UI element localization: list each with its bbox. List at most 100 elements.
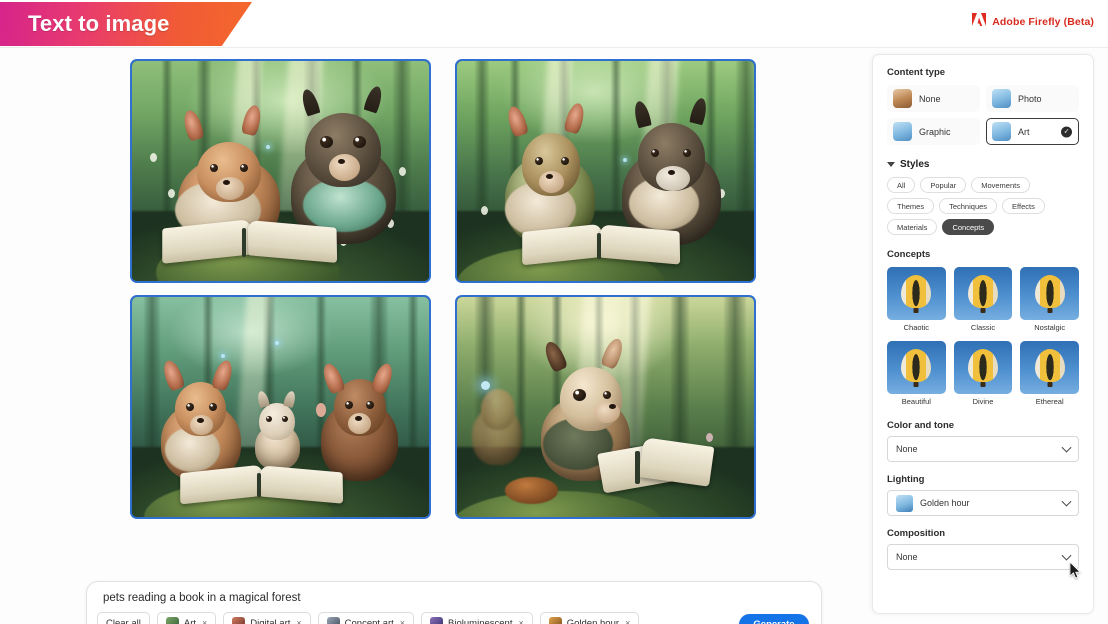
generated-image-4 xyxy=(457,297,754,517)
concept-label: Beautiful xyxy=(901,397,931,406)
content-type-label: Art xyxy=(1018,126,1030,137)
balloon-thumbnail-icon xyxy=(887,341,946,394)
chip-remove-icon[interactable]: × xyxy=(202,618,207,624)
top-bar: Text to image Adobe Firefly (Beta) xyxy=(0,0,1108,48)
content-type-label: None xyxy=(919,93,941,104)
color-and-tone-value: None xyxy=(896,444,918,454)
chevron-down-icon xyxy=(1061,442,1072,453)
styles-section-header[interactable]: Styles xyxy=(887,159,1079,170)
style-chip-concept-art[interactable]: Concept art × xyxy=(317,612,415,624)
chip-label: Golden hour xyxy=(566,617,620,624)
clear-all-button[interactable]: Clear all xyxy=(97,612,150,624)
result-image-2[interactable] xyxy=(455,59,756,283)
lighting-select[interactable]: Golden hour xyxy=(887,490,1079,516)
chip-thumbnail-icon xyxy=(326,616,340,624)
color-and-tone-select[interactable]: None xyxy=(887,436,1079,462)
chip-remove-icon[interactable]: × xyxy=(400,618,405,624)
filter-label: Themes xyxy=(897,201,925,211)
check-icon: ✓ xyxy=(1061,126,1072,137)
filter-label: Popular xyxy=(930,180,957,190)
concepts-title: Concepts xyxy=(887,249,931,260)
content-type-title: Content type xyxy=(887,67,946,78)
balloon-thumbnail-icon xyxy=(887,267,946,320)
content-type-option-none[interactable]: None xyxy=(887,85,980,112)
color-and-tone-field: Color and tone None xyxy=(887,420,1079,462)
balloon-thumbnail-icon xyxy=(1020,341,1079,394)
mouse-cursor xyxy=(1069,561,1081,579)
filter-label: Techniques xyxy=(949,201,988,211)
style-filter-techniques[interactable]: Techniques xyxy=(939,198,998,214)
chip-remove-icon[interactable]: × xyxy=(296,618,301,624)
generate-button[interactable]: Generate xyxy=(739,614,809,624)
filter-label: Effects xyxy=(1012,201,1035,211)
chip-thumbnail-icon xyxy=(165,616,179,624)
content-type-label: Graphic xyxy=(919,126,951,137)
color-and-tone-label: Color and tone xyxy=(887,420,955,431)
generate-label: Generate xyxy=(753,619,794,624)
content-type-thumbnail-icon xyxy=(992,122,1011,141)
style-filter-movements[interactable]: Movements xyxy=(971,177,1030,193)
content-type-options: None Photo Graphic Art ✓ xyxy=(887,85,1079,145)
lighting-field: Lighting Golden hour xyxy=(887,474,1079,516)
chevron-down-icon xyxy=(1061,496,1072,507)
style-filter-materials[interactable]: Materials xyxy=(887,219,938,235)
prompt-input[interactable]: pets reading a book in a magical forest xyxy=(103,592,301,604)
content-type-option-art[interactable]: Art ✓ xyxy=(986,118,1079,145)
concept-label: Ethereal xyxy=(1035,397,1064,406)
style-filter-all[interactable]: All xyxy=(887,177,916,193)
content-type-option-graphic[interactable]: Graphic xyxy=(887,118,980,145)
content-type-label: Photo xyxy=(1018,93,1042,104)
style-filter-effects[interactable]: Effects xyxy=(1002,198,1045,214)
chip-remove-icon[interactable]: × xyxy=(518,618,523,624)
styles-title: Styles xyxy=(900,159,930,170)
style-chip-bioluminescent[interactable]: Bioluminescent × xyxy=(421,612,533,624)
balloon-thumbnail-icon xyxy=(953,267,1013,320)
prompt-chip-list: Clear all Art × Digital art × Concept ar… xyxy=(97,612,640,624)
concept-item-nostalgic[interactable]: Nostalgic xyxy=(1020,267,1079,332)
chip-label: Art xyxy=(183,617,196,624)
style-filter-popular[interactable]: Popular xyxy=(920,177,967,193)
composition-field: Composition None xyxy=(887,528,1079,570)
generated-image-3 xyxy=(132,297,429,517)
chevron-down-icon xyxy=(887,162,895,167)
style-filter-concepts[interactable]: Concepts xyxy=(942,219,995,235)
filter-label: Concepts xyxy=(952,222,985,232)
balloon-thumbnail-icon xyxy=(953,341,1013,394)
concept-item-beautiful[interactable]: Beautiful xyxy=(887,341,946,406)
chip-thumbnail-icon xyxy=(430,616,444,624)
filter-label: Movements xyxy=(981,180,1020,190)
filter-label: All xyxy=(897,180,906,190)
page-title-banner: Text to image xyxy=(0,2,252,46)
result-image-1[interactable] xyxy=(130,59,431,283)
style-filter-themes[interactable]: Themes xyxy=(887,198,935,214)
concept-item-classic[interactable]: Classic xyxy=(953,267,1013,332)
prompt-bar: pets reading a book in a magical forest … xyxy=(86,581,822,624)
filter-label: Materials xyxy=(897,222,928,232)
chip-remove-icon[interactable]: × xyxy=(625,618,630,624)
chip-thumbnail-icon xyxy=(548,616,562,624)
concept-item-divine[interactable]: Divine xyxy=(953,341,1013,406)
balloon-thumbnail-icon xyxy=(1020,267,1079,320)
chevron-down-icon xyxy=(1061,550,1072,561)
chip-label: Digital art xyxy=(250,617,291,624)
result-image-4[interactable] xyxy=(455,295,756,519)
concept-label: Chaotic xyxy=(903,323,930,332)
content-type-option-photo[interactable]: Photo xyxy=(986,85,1079,112)
content-type-thumbnail-icon xyxy=(893,122,912,141)
lighting-thumbnail-icon xyxy=(896,494,913,512)
result-image-3[interactable] xyxy=(130,295,431,519)
concept-item-ethereal[interactable]: Ethereal xyxy=(1020,341,1079,406)
style-chip-art[interactable]: Art × xyxy=(156,612,217,624)
content-type-thumbnail-icon xyxy=(893,89,912,108)
settings-panel: Content type None Photo Graphic Art ✓ St… xyxy=(872,54,1094,614)
concept-label: Classic xyxy=(970,323,996,332)
brand-lockup: Adobe Firefly (Beta) xyxy=(972,13,1094,31)
composition-select[interactable]: None xyxy=(887,544,1079,570)
results-area: pets reading a book in a magical forest … xyxy=(14,48,866,624)
firefly-text-to-image-page: Text to image Adobe Firefly (Beta) pets … xyxy=(0,0,1108,624)
brand-name: Adobe Firefly (Beta) xyxy=(992,16,1094,28)
style-chip-digital-art[interactable]: Digital art × xyxy=(223,612,311,624)
generated-image-2 xyxy=(457,61,754,281)
concept-item-chaotic[interactable]: Chaotic xyxy=(887,267,946,332)
style-chip-golden-hour[interactable]: Golden hour × xyxy=(539,612,640,624)
